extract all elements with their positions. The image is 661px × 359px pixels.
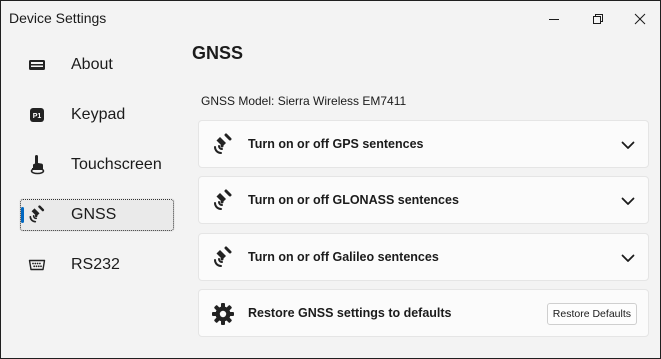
gnss-model-text: GNSS Model: Sierra Wireless EM7411 (201, 94, 407, 108)
sidebar-item-label: GNSS (71, 206, 117, 223)
close-icon (634, 13, 646, 25)
restore-window-icon (593, 14, 603, 24)
title-bar: Device Settings (1, 1, 660, 37)
sidebar-item-rs232[interactable]: RS232 (19, 248, 175, 282)
gps-sentences-expander[interactable]: Turn on or off GPS sentences (198, 120, 649, 168)
sidebar-item-touchscreen[interactable]: Touchscreen (19, 148, 175, 182)
sidebar-item-about[interactable]: About (19, 48, 175, 82)
gear-icon (210, 301, 236, 327)
sidebar-item-label: Touchscreen (71, 156, 162, 173)
p1-key-icon: P1 (27, 105, 47, 125)
galileo-sentences-expander[interactable]: Turn on or off Galileo sentences (198, 233, 649, 281)
minimize-icon (549, 19, 559, 20)
card-label: Turn on or off GPS sentences (248, 137, 424, 151)
sidebar: About P1 Keypad Touchscreen GNSS RS232 (1, 37, 181, 357)
card-label: Restore GNSS settings to defaults (248, 306, 452, 320)
chevron-down-icon[interactable] (618, 248, 638, 268)
satellite-icon (210, 132, 236, 158)
chevron-down-icon[interactable] (618, 135, 638, 155)
chevron-down-icon[interactable] (618, 191, 638, 211)
minimize-button[interactable] (533, 1, 575, 37)
restore-window-button[interactable] (577, 1, 619, 37)
satellite-icon (27, 205, 47, 225)
close-button[interactable] (619, 1, 661, 37)
sidebar-item-label: Keypad (71, 106, 126, 123)
satellite-icon (210, 245, 236, 271)
touch-hand-icon (27, 155, 47, 175)
card-label: Turn on or off Galileo sentences (248, 250, 439, 264)
window-title: Device Settings (9, 10, 107, 26)
glonass-sentences-expander[interactable]: Turn on or off GLONASS sentences (198, 176, 649, 224)
restore-defaults-button[interactable]: Restore Defaults (546, 303, 637, 325)
selection-indicator (21, 207, 24, 223)
sidebar-item-keypad[interactable]: P1 Keypad (19, 98, 175, 132)
sidebar-item-gnss[interactable]: GNSS (19, 198, 175, 232)
satellite-icon (210, 188, 236, 214)
restore-defaults-card: Restore GNSS settings to defaults Restor… (198, 289, 649, 337)
keyboard-icon (27, 55, 47, 75)
card-label: Turn on or off GLONASS sentences (248, 193, 459, 207)
page-title: GNSS (192, 43, 244, 63)
sidebar-item-label: RS232 (71, 256, 120, 273)
serial-port-icon (27, 255, 47, 275)
sidebar-item-label: About (71, 56, 113, 73)
app-window: Device Settings About P1 Keypad Touchscr… (0, 0, 661, 359)
svg-text:P1: P1 (33, 113, 42, 120)
